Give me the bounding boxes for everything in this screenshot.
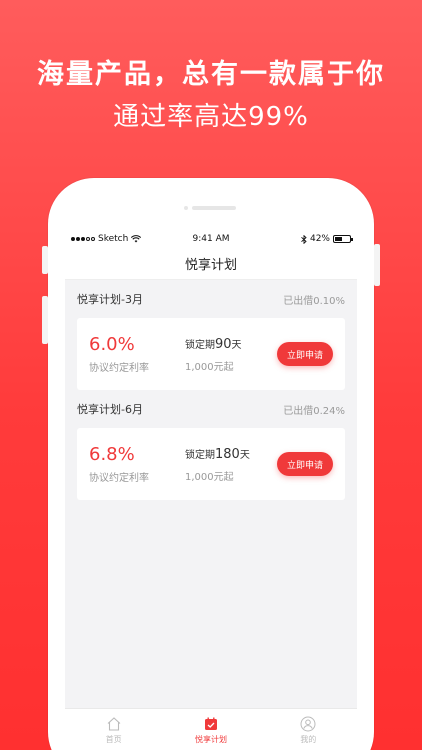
- phone-power-button: [374, 244, 380, 286]
- plan-term: 锁定期180天: [185, 446, 277, 462]
- promo-subline: 通过率高达99%: [113, 102, 309, 132]
- tab-yuexiang-plan[interactable]: 悦享计划: [162, 709, 259, 750]
- apply-button[interactable]: 立即申请: [277, 342, 333, 366]
- plan-term: 锁定期90天: [185, 336, 277, 352]
- plan-title: 悦享计划-3月: [77, 293, 143, 306]
- status-left: Sketch: [71, 234, 171, 244]
- plan-min-amount: 1,000元起: [185, 471, 234, 483]
- plan-card[interactable]: 6.8% 协议约定利率 锁定期180天 1,000元起 立即申请: [77, 428, 345, 500]
- status-time: 9:41 AM: [192, 234, 230, 244]
- plan-list: 悦享计划-3月 已出借0.10% 6.0% 协议约定利率 锁定期90天 1,00…: [65, 280, 357, 500]
- status-right: 42%: [251, 234, 353, 244]
- plan-rate-label: 协议约定利率: [89, 473, 149, 484]
- term-block: 锁定期90天 1,000元起: [185, 336, 277, 373]
- page-title: 悦享计划: [184, 258, 237, 273]
- app-screen: Sketch 9:41 AM 42% 悦享计划 悦享计划-3月 已出借0.10%: [65, 230, 357, 750]
- rate-block: 6.0% 协议约定利率: [89, 334, 185, 374]
- term-prefix: 锁定期: [185, 449, 215, 461]
- promo-headline: 海量产品，总有一款属于你: [37, 59, 385, 90]
- term-days: 180: [215, 446, 240, 462]
- bluetooth-icon: [301, 234, 307, 244]
- tab-label: 悦享计划: [194, 735, 227, 744]
- tab-home[interactable]: 首页: [65, 709, 162, 750]
- term-days: 90: [215, 336, 232, 352]
- tab-label: 首页: [105, 735, 122, 744]
- plan-lent-progress: 已出借0.10%: [283, 295, 345, 307]
- apply-button[interactable]: 立即申请: [277, 452, 333, 476]
- term-unit: 天: [231, 339, 242, 351]
- battery-percent: 42%: [309, 234, 330, 244]
- home-icon: [107, 717, 121, 731]
- battery-icon: [333, 235, 353, 243]
- plan-title: 悦享计划-6月: [77, 403, 143, 416]
- calendar-icon: [204, 717, 217, 730]
- term-unit: 天: [239, 449, 250, 461]
- plan-header: 悦享计划-6月 已出借0.24%: [77, 390, 345, 428]
- status-bar: Sketch 9:41 AM 42%: [65, 230, 357, 248]
- phone-mute-switch: [42, 246, 48, 274]
- plan-min-amount: 1,000元起: [185, 361, 234, 373]
- tab-label: 我的: [300, 735, 317, 744]
- plan-lent-progress: 已出借0.24%: [283, 405, 345, 417]
- plan-card[interactable]: 6.0% 协议约定利率 锁定期90天 1,000元起 立即申请: [77, 318, 345, 390]
- phone-speaker: [192, 206, 236, 210]
- plan-rate: 6.8%: [89, 444, 135, 465]
- tab-bar: 首页 悦享计划 我的: [65, 708, 357, 750]
- signal-icon: [71, 237, 95, 241]
- carrier-name: Sketch: [98, 234, 129, 244]
- term-block: 锁定期180天 1,000元起: [185, 446, 277, 483]
- rate-block: 6.8% 协议约定利率: [89, 444, 185, 484]
- user-icon: [300, 716, 316, 732]
- plan-rate: 6.0%: [89, 334, 135, 355]
- nav-bar: 悦享计划: [65, 248, 357, 280]
- term-prefix: 锁定期: [185, 339, 215, 351]
- plan-rate-label: 协议约定利率: [89, 363, 149, 374]
- tab-mine[interactable]: 我的: [260, 709, 357, 750]
- phone-volume-up: [42, 296, 48, 344]
- plan-header: 悦享计划-3月 已出借0.10%: [77, 280, 345, 318]
- phone-camera: [184, 206, 188, 210]
- wifi-icon: [131, 235, 142, 243]
